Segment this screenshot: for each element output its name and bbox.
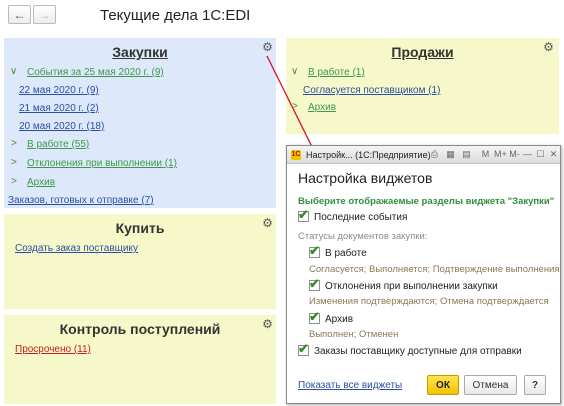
memory-icon[interactable]: M bbox=[480, 149, 491, 160]
check-icon: ✔ bbox=[298, 207, 309, 222]
last-events-checkbox[interactable]: ✔ bbox=[298, 207, 309, 222]
calendar-icon[interactable]: ▤ bbox=[461, 149, 472, 160]
app-logo-icon: 1С bbox=[291, 150, 301, 160]
check-icon: ✔ bbox=[309, 276, 320, 291]
maximize-icon[interactable]: ☐ bbox=[535, 149, 546, 160]
dialog-window-title: Настройк... (1С:Предприятие) bbox=[306, 150, 431, 160]
orders-available-label: Заказы поставщику доступные для отправки bbox=[314, 346, 522, 357]
minimize-icon[interactable]: — bbox=[522, 149, 533, 160]
archive-checkbox[interactable]: ✔ bbox=[309, 309, 320, 324]
dialog-heading: Настройка виджетов bbox=[298, 170, 433, 186]
print-icon[interactable]: ⎙ bbox=[429, 149, 440, 160]
close-icon[interactable]: ✕ bbox=[548, 149, 559, 160]
orders-available-checkbox[interactable]: ✔ bbox=[298, 341, 309, 356]
show-all-widgets-link[interactable]: Показать все виджеты bbox=[298, 380, 402, 391]
memory-plus-icon[interactable]: M+ bbox=[494, 149, 507, 160]
ok-button[interactable]: ОК bbox=[427, 375, 459, 395]
table-icon[interactable]: ▦ bbox=[445, 149, 456, 160]
memory-minus-icon[interactable]: M- bbox=[509, 149, 520, 160]
dialog-hint: Выберите отображаемые разделы виджета "З… bbox=[298, 196, 555, 207]
widget-settings-dialog: 1С Настройк... (1С:Предприятие) ⎙ ▦ ▤ M … bbox=[286, 145, 561, 404]
dialog-titlebar[interactable]: 1С Настройк... (1С:Предприятие) ⎙ ▦ ▤ M … bbox=[287, 146, 560, 164]
check-icon: ✔ bbox=[309, 243, 320, 258]
help-button[interactable]: ? bbox=[524, 375, 546, 395]
in-work-checkbox[interactable]: ✔ bbox=[309, 243, 320, 258]
deviations-label: Отклонения при выполнении закупки bbox=[325, 281, 498, 292]
check-icon: ✔ bbox=[309, 309, 320, 324]
in-work-description: Согласуется; Выполняется; Подтверждение … bbox=[309, 264, 560, 275]
archive-label: Архив bbox=[325, 314, 354, 325]
cancel-button[interactable]: Отмена bbox=[464, 375, 517, 395]
statuses-label: Статусы документов закупки: bbox=[298, 231, 428, 242]
deviations-description: Изменения подтверждаются; Отмена подтвер… bbox=[309, 296, 549, 307]
in-work-label: В работе bbox=[325, 248, 367, 259]
check-icon: ✔ bbox=[298, 341, 309, 356]
deviations-checkbox[interactable]: ✔ bbox=[309, 276, 320, 291]
archive-description: Выполнен; Отменен bbox=[309, 329, 399, 340]
last-events-label: Последние события bbox=[314, 212, 408, 223]
